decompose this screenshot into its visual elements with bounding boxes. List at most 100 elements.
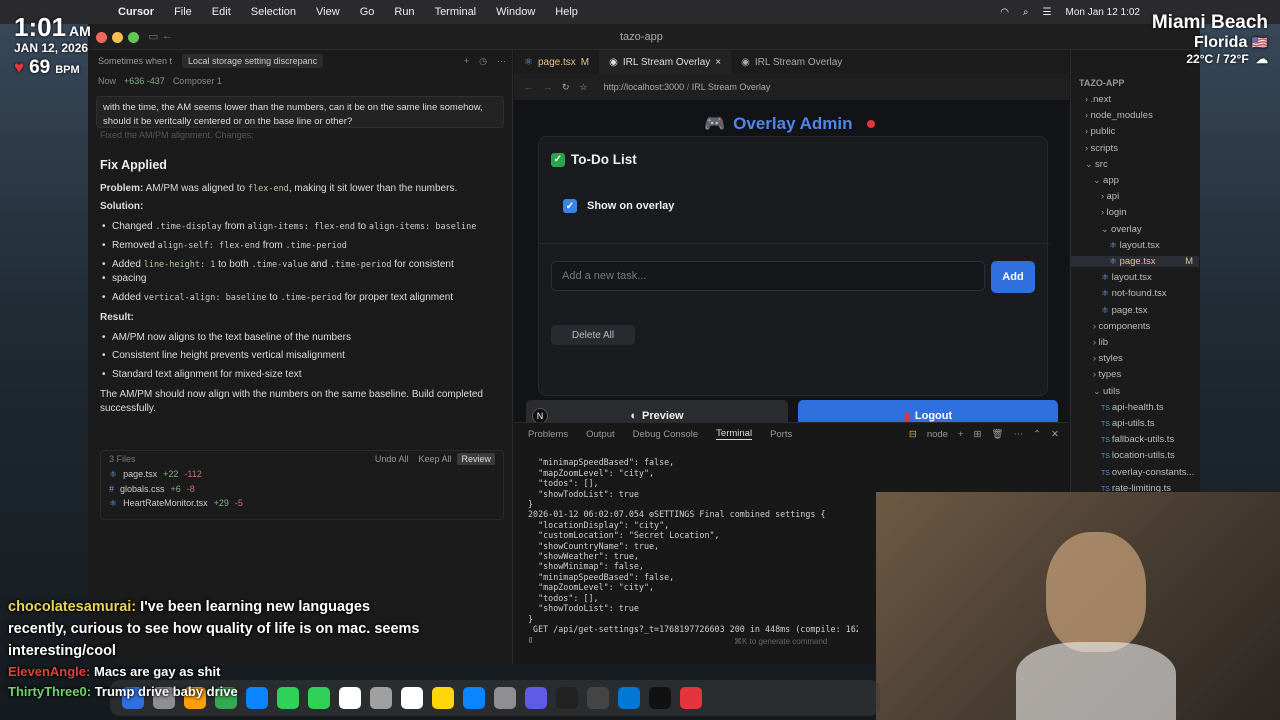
show-on-overlay-checkbox[interactable]: ✓ <box>563 199 577 213</box>
composer-tab[interactable]: Sometimes when t <box>98 56 172 66</box>
tab-debug-console[interactable]: Debug Console <box>633 429 699 440</box>
tab-page-tsx[interactable]: ⚛ page.tsx M <box>514 50 599 74</box>
menu-run[interactable]: Run <box>394 6 414 18</box>
node-label[interactable]: node <box>927 429 948 440</box>
close-window-button[interactable] <box>96 32 107 43</box>
menu-help[interactable]: Help <box>555 6 578 18</box>
cursor-icon[interactable] <box>556 687 578 709</box>
explorer-item[interactable]: ⌄ src <box>1071 159 1199 170</box>
close-panel-icon[interactable]: ✕ <box>1051 429 1059 440</box>
windows-app-icon[interactable] <box>618 687 640 709</box>
tab-irl-stream-overlay-2[interactable]: ◉ IRL Stream Overlay <box>731 50 852 74</box>
explorer-item[interactable]: ⚛ layout.tsx <box>1071 272 1199 283</box>
menu-terminal[interactable]: Terminal <box>435 6 477 18</box>
minimize-window-button[interactable] <box>112 32 123 43</box>
obs-icon[interactable] <box>587 687 609 709</box>
files-header[interactable]: 3 Files <box>109 454 136 464</box>
menu-window[interactable]: Window <box>496 6 535 18</box>
vscode-icon[interactable] <box>525 687 547 709</box>
explorer-item[interactable]: › public <box>1071 126 1199 137</box>
forward-icon[interactable]: → <box>543 82 552 92</box>
new-terminal-icon[interactable]: + <box>958 429 964 440</box>
close-tab-icon[interactable]: × <box>715 57 721 68</box>
explorer-item[interactable]: ⚛ page.tsx M <box>1071 256 1199 267</box>
file-name: page.tsx <box>123 469 158 479</box>
explorer-item[interactable]: ⌄ utils <box>1071 386 1199 397</box>
more-icon[interactable]: ⋯ <box>1014 429 1024 440</box>
back-icon[interactable]: ← <box>524 82 533 92</box>
add-task-button[interactable]: Add <box>991 261 1035 293</box>
url-text: http://localhost:3000 <box>603 82 685 92</box>
explorer-item[interactable]: ⚛ layout.tsx <box>1071 240 1199 251</box>
menu-selection[interactable]: Selection <box>251 6 296 18</box>
explorer-item[interactable]: › scripts <box>1071 143 1199 154</box>
split-terminal-icon[interactable]: ⊞ <box>974 429 982 440</box>
file-type-icon: ⚛ <box>1101 288 1112 299</box>
slack-icon[interactable] <box>680 687 702 709</box>
tab-terminal[interactable]: Terminal <box>716 428 753 440</box>
explorer-item[interactable]: ⚛ not-found.tsx <box>1071 288 1199 299</box>
terminal-app-icon[interactable] <box>649 687 671 709</box>
explorer-item[interactable]: TS api-utils.ts <box>1071 418 1199 429</box>
s4-text-3: for proper text alignment <box>344 292 454 303</box>
explorer-item[interactable]: TS location-utils.ts <box>1071 450 1199 461</box>
explorer-item[interactable]: › components <box>1071 321 1199 332</box>
control-center-icon[interactable]: ☰ <box>1043 7 1052 18</box>
tab-ports[interactable]: Ports <box>770 429 792 440</box>
tab-problems[interactable]: Problems <box>528 429 568 440</box>
url-input[interactable]: http://localhost:3000 / IRL Stream Overl… <box>604 82 771 92</box>
menu-go[interactable]: Go <box>360 6 375 18</box>
explorer-item-label: public <box>1090 126 1116 138</box>
history-icon[interactable]: ◷ <box>479 56 487 67</box>
terminal-icon: ⊟ <box>908 428 917 440</box>
user-message[interactable]: with the time, the AM seems lower than t… <box>96 96 504 128</box>
tab-irl-stream-overlay[interactable]: ◉ IRL Stream Overlay × <box>599 50 732 74</box>
explorer-item[interactable]: TS fallback-utils.ts <box>1071 434 1199 445</box>
explorer-item[interactable]: › lib <box>1071 337 1199 348</box>
bookmark-icon[interactable]: ☆ <box>580 82 588 93</box>
sidebar-toggle-icon[interactable]: ▭ <box>148 30 158 43</box>
explorer-item[interactable]: ⌄ overlay <box>1071 224 1199 235</box>
more-icon[interactable]: ⋯ <box>497 56 506 67</box>
keep-all-button[interactable]: Keep All <box>418 454 451 464</box>
explorer-item[interactable]: TS overlay-constants... <box>1071 467 1199 478</box>
explorer-item[interactable]: › styles <box>1071 353 1199 364</box>
wifi-icon[interactable]: ◠ <box>1000 7 1009 18</box>
back-arrow-icon[interactable]: ← <box>162 30 173 42</box>
explorer-item[interactable]: › login <box>1071 207 1199 218</box>
file-row[interactable]: # globals.css +6 -8 <box>101 482 503 496</box>
maximize-panel-icon[interactable]: ⌃ <box>1033 429 1041 440</box>
tab-label: IRL Stream Overlay <box>622 56 711 68</box>
explorer-item[interactable]: › .next <box>1071 94 1199 105</box>
explorer-item[interactable]: ⚛ page.tsx <box>1071 305 1199 316</box>
explorer-item[interactable]: › api <box>1071 191 1199 202</box>
file-row[interactable]: ⚛ HeartRateMonitor.tsx +29 -5 <box>101 496 503 511</box>
summary-text: The AM/PM should now align with the numb… <box>100 389 483 414</box>
file-row[interactable]: ⚛ page.tsx +22 -112 <box>101 467 503 482</box>
menu-file[interactable]: File <box>174 6 192 18</box>
reload-icon[interactable]: ↻ <box>562 82 570 93</box>
delete-all-button[interactable]: Delete All <box>551 325 635 345</box>
menu-app[interactable]: Cursor <box>118 6 154 18</box>
menubar-datetime[interactable]: Mon Jan 12 1:02 <box>1066 7 1141 18</box>
zoom-window-button[interactable] <box>128 32 139 43</box>
explorer-item[interactable]: › node_modules <box>1071 110 1199 121</box>
notes-icon[interactable] <box>432 687 454 709</box>
app-store-icon[interactable] <box>463 687 485 709</box>
undo-all-button[interactable]: Undo All <box>375 454 409 464</box>
file-type-icon: ⚛ <box>1109 256 1120 266</box>
settings-icon[interactable] <box>494 687 516 709</box>
trash-icon[interactable]: 🗑 <box>992 429 1004 440</box>
explorer-item[interactable]: TS api-health.ts <box>1071 402 1199 413</box>
explorer-root[interactable]: TAZO-APP <box>1079 78 1124 88</box>
explorer-item[interactable]: ⌄ app <box>1071 175 1199 186</box>
review-button[interactable]: Review <box>457 453 495 465</box>
new-task-input[interactable]: Add a new task... <box>551 261 985 291</box>
menu-view[interactable]: View <box>316 6 340 18</box>
tab-output[interactable]: Output <box>586 429 615 440</box>
menu-edit[interactable]: Edit <box>212 6 231 18</box>
composer-tab-active[interactable]: Local storage setting discrepanc <box>182 54 324 68</box>
explorer-item[interactable]: › types <box>1071 369 1199 380</box>
search-icon[interactable]: ⌕ <box>1023 7 1029 18</box>
new-chat-icon[interactable]: + <box>464 56 469 67</box>
